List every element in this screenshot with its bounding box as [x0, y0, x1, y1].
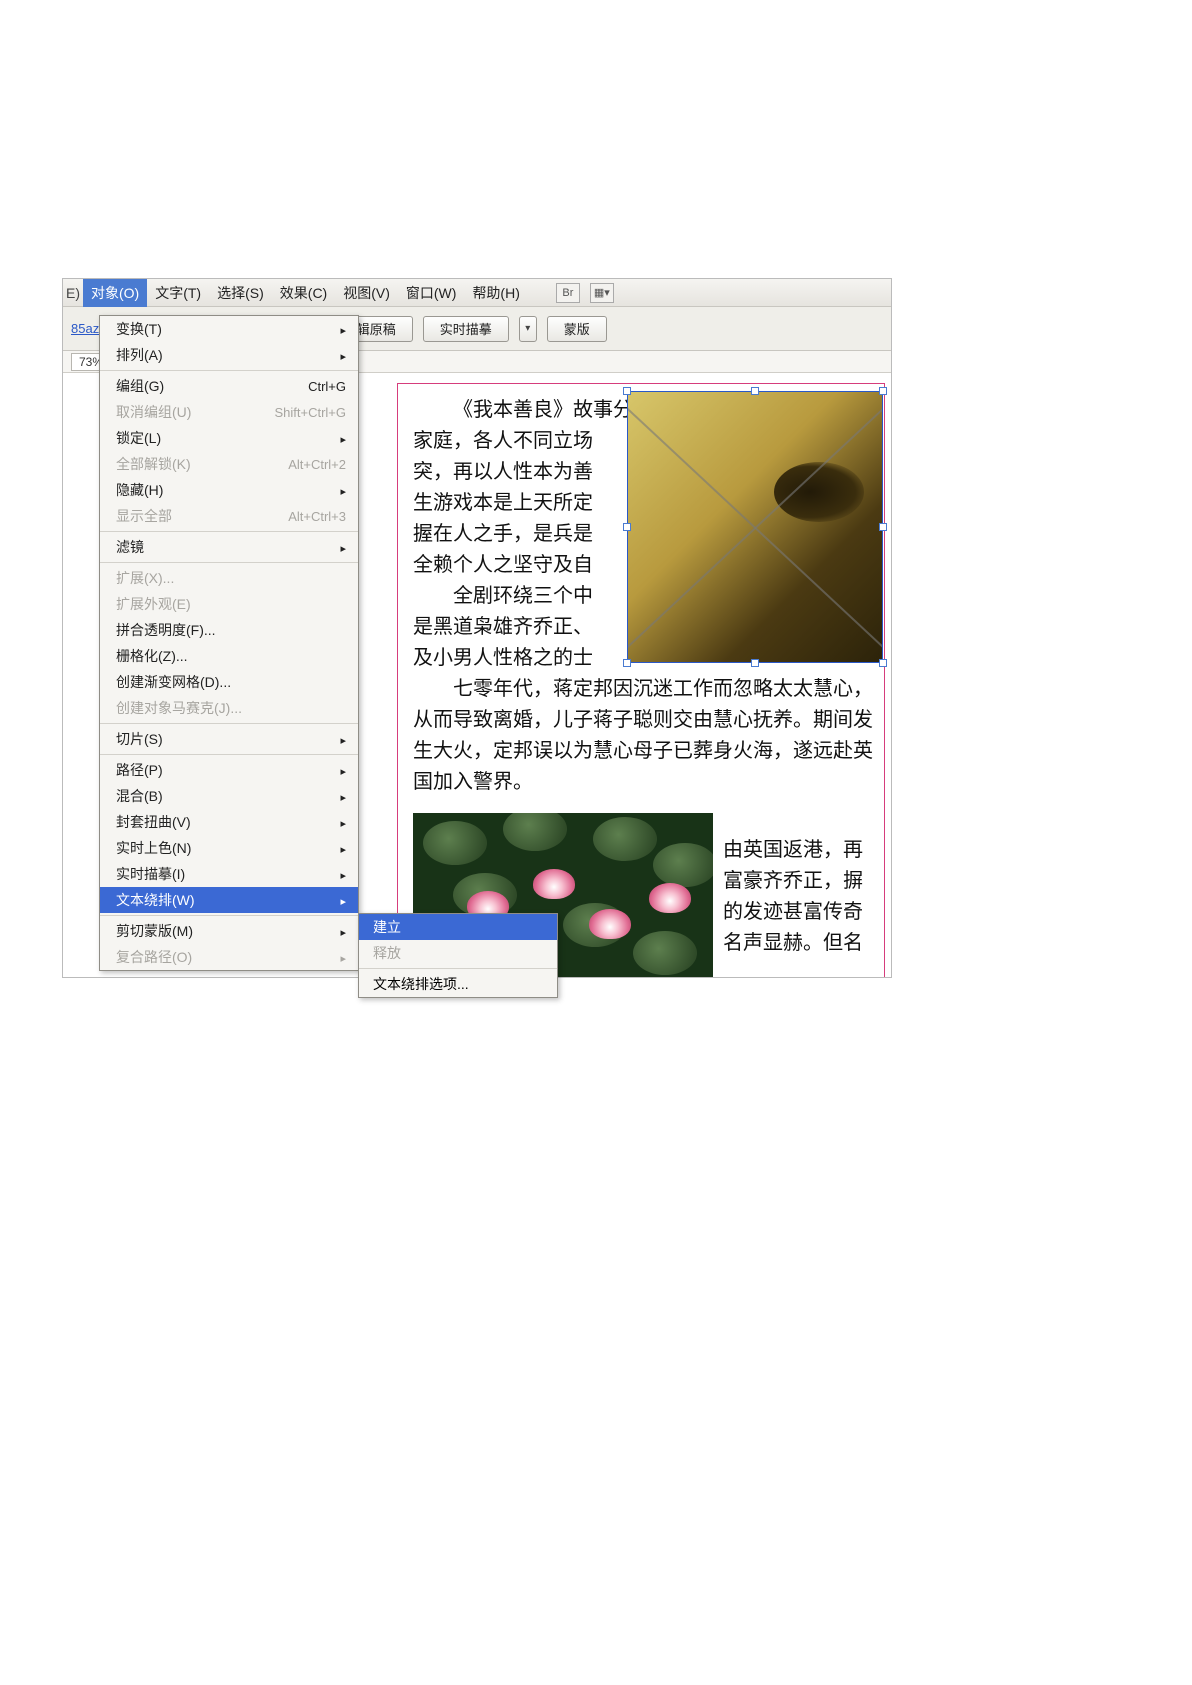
- menuitem-live-trace[interactable]: 实时描摹(I): [100, 861, 358, 887]
- menuitem-create-object-mosaic: 创建对象马赛克(J)...: [100, 695, 358, 721]
- selection-handle[interactable]: [879, 387, 887, 395]
- menu-type[interactable]: 文字(T): [147, 279, 209, 307]
- menu-effect[interactable]: 效果(C): [272, 279, 335, 307]
- submenuitem-make[interactable]: 建立: [359, 914, 557, 940]
- selection-handle[interactable]: [623, 523, 631, 531]
- menuitem-filter[interactable]: 滤镜: [100, 534, 358, 560]
- menuitem-unlock-all: 全部解锁(K)Alt+Ctrl+2: [100, 451, 358, 477]
- menuitem-blend[interactable]: 混合(B): [100, 783, 358, 809]
- placed-image-portrait[interactable]: [627, 391, 883, 663]
- submenu-arrow-icon: [340, 892, 346, 908]
- menu-separator: [359, 968, 557, 969]
- selection-handle[interactable]: [879, 523, 887, 531]
- submenu-arrow-icon: [340, 866, 346, 882]
- submenuitem-release: 释放: [359, 940, 557, 966]
- menubar-prev-fragment: E): [63, 285, 83, 301]
- menuitem-arrange[interactable]: 排列(A): [100, 342, 358, 368]
- menuitem-show-all: 显示全部Alt+Ctrl+3: [100, 503, 358, 529]
- submenu-arrow-icon: [340, 923, 346, 939]
- menubar: E) 对象(O) 文字(T) 选择(S) 效果(C) 视图(V) 窗口(W) 帮…: [63, 279, 891, 307]
- submenu-text-wrap: 建立 释放 文本绕排选项...: [358, 913, 558, 998]
- submenu-arrow-icon: [340, 949, 346, 965]
- selection-handle[interactable]: [751, 387, 759, 395]
- menuitem-compound-path: 复合路径(O): [100, 944, 358, 970]
- text-line: 的发迹甚富传奇: [723, 897, 883, 928]
- submenu-arrow-icon: [340, 430, 346, 446]
- text-line: 名声显赫。但名: [723, 928, 883, 959]
- menu-separator: [100, 754, 358, 755]
- menu-object-dropdown: 变换(T) 排列(A) 编组(G)Ctrl+G 取消编组(U)Shift+Ctr…: [99, 315, 359, 971]
- linked-file-name[interactable]: 85az: [71, 321, 99, 336]
- menuitem-ungroup: 取消编组(U)Shift+Ctrl+G: [100, 399, 358, 425]
- live-trace-button[interactable]: 实时描摹: [423, 316, 509, 342]
- menu-separator: [100, 562, 358, 563]
- submenu-arrow-icon: [340, 347, 346, 363]
- menuitem-rasterize[interactable]: 栅格化(Z)...: [100, 643, 358, 669]
- menu-view[interactable]: 视图(V): [335, 279, 398, 307]
- menu-separator: [100, 723, 358, 724]
- menuitem-expand-appearance: 扩展外观(E): [100, 591, 358, 617]
- submenu-arrow-icon: [340, 321, 346, 337]
- text-line: 由英国返港，再: [723, 835, 883, 866]
- layout-grid-icon[interactable]: ▦▾: [590, 283, 614, 303]
- menuitem-hide[interactable]: 隐藏(H): [100, 477, 358, 503]
- selection-handle[interactable]: [879, 659, 887, 667]
- submenu-arrow-icon: [340, 814, 346, 830]
- menu-window[interactable]: 窗口(W): [398, 279, 465, 307]
- submenu-arrow-icon: [340, 731, 346, 747]
- bridge-icon[interactable]: Br: [556, 283, 580, 303]
- menuitem-text-wrap[interactable]: 文本绕排(W): [100, 887, 358, 913]
- submenu-arrow-icon: [340, 762, 346, 778]
- text-line: 富豪齐乔正，摒: [723, 866, 883, 897]
- selection-handle[interactable]: [623, 387, 631, 395]
- menu-select[interactable]: 选择(S): [209, 279, 272, 307]
- menuitem-envelope-distort[interactable]: 封套扭曲(V): [100, 809, 358, 835]
- menu-separator: [100, 531, 358, 532]
- selection-handle[interactable]: [751, 659, 759, 667]
- mask-button[interactable]: 蒙版: [547, 316, 607, 342]
- menu-help[interactable]: 帮助(H): [464, 279, 527, 307]
- live-trace-dropdown[interactable]: [519, 316, 537, 342]
- menu-object[interactable]: 对象(O): [83, 279, 147, 307]
- submenu-arrow-icon: [340, 482, 346, 498]
- submenu-arrow-icon: [340, 788, 346, 804]
- menu-separator: [100, 370, 358, 371]
- menuitem-live-paint[interactable]: 实时上色(N): [100, 835, 358, 861]
- app-window: E) 对象(O) 文字(T) 选择(S) 效果(C) 视图(V) 窗口(W) 帮…: [62, 278, 892, 978]
- menuitem-path[interactable]: 路径(P): [100, 757, 358, 783]
- menuitem-slice[interactable]: 切片(S): [100, 726, 358, 752]
- menuitem-lock[interactable]: 锁定(L): [100, 425, 358, 451]
- menuitem-group[interactable]: 编组(G)Ctrl+G: [100, 373, 358, 399]
- submenuitem-options[interactable]: 文本绕排选项...: [359, 971, 557, 997]
- text-paragraph: 七零年代，蒋定邦因沉迷工作而忽略太太慧心，从而导致离婚，儿子蒋子聪则交由慧心抚养…: [413, 674, 883, 798]
- menu-separator: [100, 915, 358, 916]
- menuitem-transform[interactable]: 变换(T): [100, 316, 358, 342]
- wrapped-text-right: 由英国返港，再 富豪齐乔正，摒 的发迹甚富传奇 名声显赫。但名: [723, 835, 883, 959]
- menuitem-clipping-mask[interactable]: 剪切蒙版(M): [100, 918, 358, 944]
- menuitem-expand: 扩展(X)...: [100, 565, 358, 591]
- menuitem-flatten-transparency[interactable]: 拼合透明度(F)...: [100, 617, 358, 643]
- submenu-arrow-icon: [340, 539, 346, 555]
- selection-handle[interactable]: [623, 659, 631, 667]
- menuitem-create-gradient-mesh[interactable]: 创建渐变网格(D)...: [100, 669, 358, 695]
- submenu-arrow-icon: [340, 840, 346, 856]
